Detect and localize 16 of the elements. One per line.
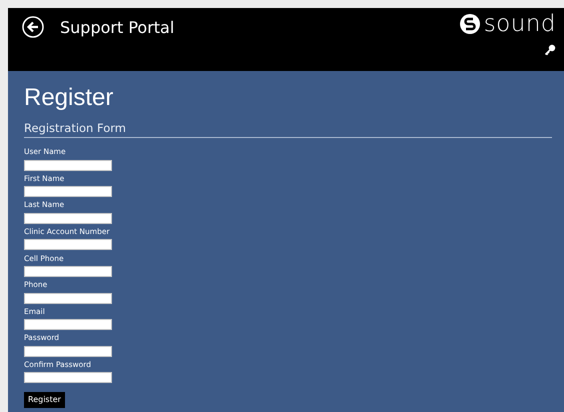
portal-title: Support Portal — [60, 18, 174, 36]
input-field[interactable] — [24, 292, 112, 304]
input-field[interactable] — [24, 239, 112, 250]
register-button[interactable]: Register — [24, 392, 65, 408]
input-field[interactable] — [24, 266, 112, 277]
logo: sound — [458, 12, 556, 36]
back-icon[interactable] — [22, 16, 44, 38]
input-field[interactable] — [24, 346, 112, 357]
input-field[interactable] — [24, 319, 112, 330]
input-field[interactable] — [24, 212, 112, 224]
page-title: Register — [24, 83, 114, 113]
input-field[interactable] — [24, 160, 112, 171]
input-field[interactable] — [24, 186, 112, 198]
input-field[interactable] — [24, 372, 112, 384]
section-title: Registration Form — [24, 121, 552, 138]
key-icon[interactable] — [544, 44, 556, 56]
